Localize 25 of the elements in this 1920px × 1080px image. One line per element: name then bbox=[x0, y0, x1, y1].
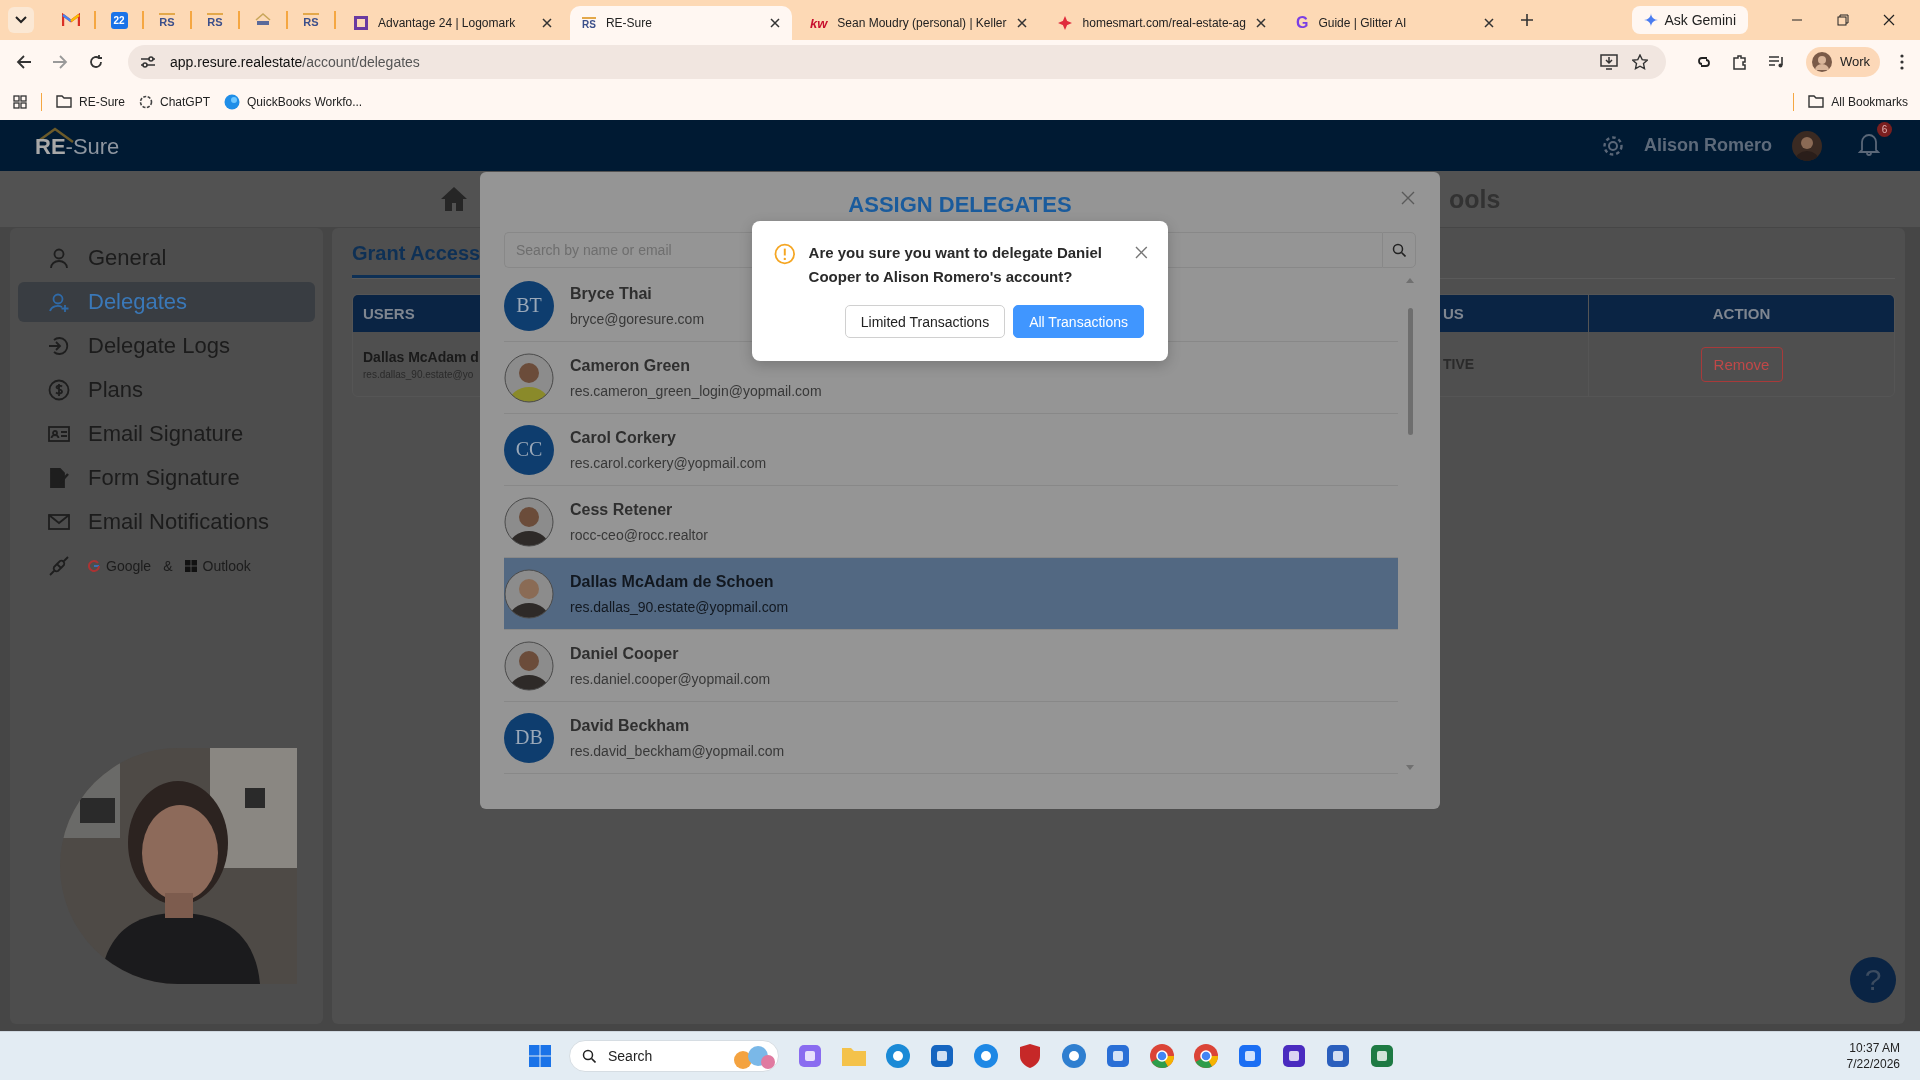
delegate-name: Carol Corkery bbox=[570, 428, 677, 447]
avatar: CC bbox=[504, 424, 554, 475]
ampersand: & bbox=[163, 558, 173, 574]
delegate-name: Bryce Thai bbox=[570, 284, 653, 303]
delegate-email: res.cameron_green_login@yopmail.com bbox=[570, 382, 822, 399]
delegate-email: res.daniel.cooper@yopmail.com bbox=[570, 670, 771, 687]
avatar: BT bbox=[504, 280, 554, 331]
column-header: ACTION bbox=[1712, 305, 1771, 322]
avatar: DB bbox=[504, 712, 554, 763]
delegate-name: Cameron Green bbox=[570, 356, 692, 375]
logo-icon: G bbox=[1295, 14, 1309, 32]
column-header: USERS bbox=[363, 305, 415, 322]
delegate-email: res.carol.corkery@yopmail.com bbox=[570, 454, 767, 471]
modal-title: ASSIGN DELEGATES bbox=[848, 192, 1072, 218]
delegate-email: res.dallas_90.estate@yopmail.com bbox=[570, 598, 789, 615]
delegate-email: rocc-ceo@rocc.realtor bbox=[570, 526, 708, 543]
column-header: US bbox=[1443, 305, 1464, 322]
notification-badge: 6 bbox=[1877, 121, 1892, 137]
delegate-email: res.david_beckham@yopmail.com bbox=[570, 742, 785, 759]
delegate-name: David Beckham bbox=[570, 716, 691, 735]
logo-icon: kw bbox=[810, 15, 828, 31]
delegate-name: Cess Retener bbox=[570, 500, 674, 519]
delegate-email: bryce@goresure.com bbox=[570, 310, 705, 327]
delegate-name: Dallas McAdam de Schoen bbox=[570, 572, 775, 591]
delegate-name: Daniel Cooper bbox=[570, 644, 680, 663]
